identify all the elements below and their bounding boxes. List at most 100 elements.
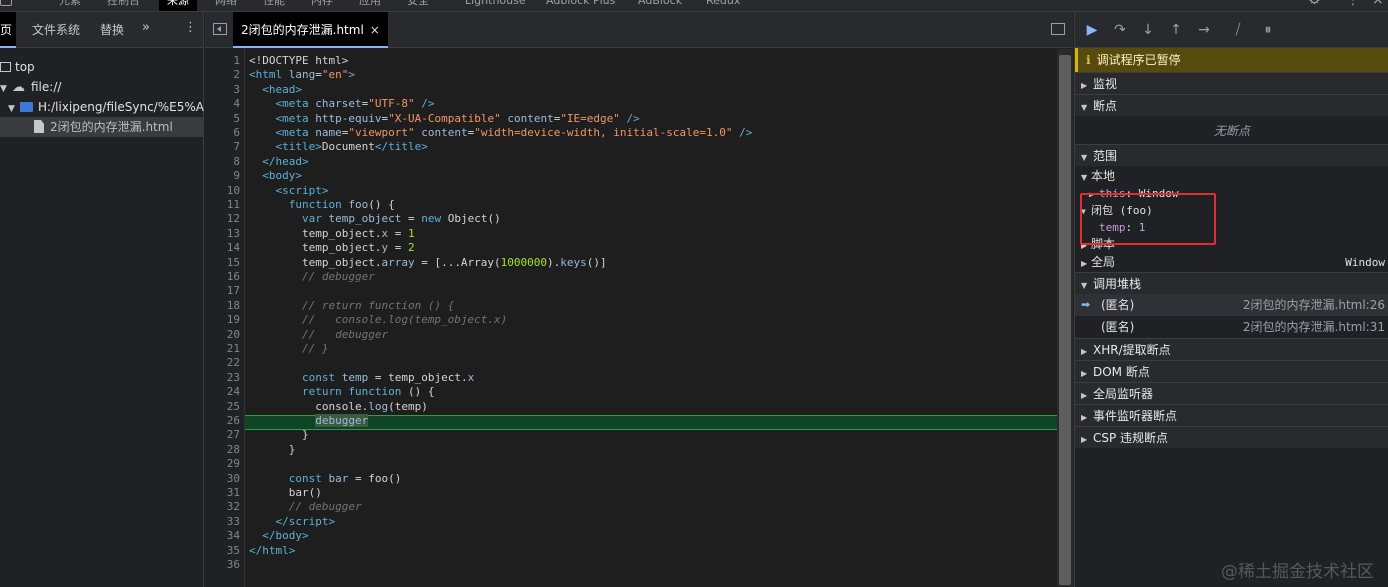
line-number[interactable]: 23 (204, 371, 240, 385)
code-area[interactable]: <!DOCTYPE html> <html lang="en"> <head> … (245, 49, 1057, 587)
editor-scrollbar[interactable] (1057, 49, 1073, 587)
line-number[interactable]: 7 (204, 140, 240, 154)
expand-triangle-icon[interactable]: ▼ (8, 99, 20, 119)
scope-closure[interactable]: ▼ 闭包 (foo) (1075, 202, 1388, 219)
code-line: function foo() { (288, 198, 395, 211)
line-number[interactable]: 15 (204, 256, 240, 270)
line-number[interactable]: 12 (204, 212, 240, 226)
line-number[interactable]: 29 (204, 457, 240, 471)
line-number[interactable]: 22 (204, 356, 240, 370)
close-tab-icon[interactable]: × (370, 23, 380, 37)
editor-tab-file[interactable]: 2闭包的内存泄漏.html × (233, 12, 388, 48)
tree-item-top[interactable]: top (0, 57, 204, 77)
step-into-icon[interactable]: ↓ (1139, 21, 1157, 39)
line-number[interactable]: 20 (204, 328, 240, 342)
line-number[interactable]: 11 (204, 198, 240, 212)
tree-item-file-origin[interactable]: ▼ ☁ file:// (0, 77, 204, 97)
more-tabs-icon[interactable]: » (142, 20, 150, 35)
line-number[interactable]: 1 (204, 54, 240, 68)
line-number[interactable]: 30 (204, 472, 240, 486)
panel-tab-performance[interactable]: 性能 (263, 0, 285, 11)
line-number[interactable]: 28 (204, 443, 240, 457)
line-number[interactable]: 6 (204, 126, 240, 140)
section-call-stack[interactable]: ▼ 调用堆栈 (1075, 272, 1388, 294)
line-number[interactable]: 17 (204, 284, 240, 298)
panel-tab-redux[interactable]: Redux (706, 0, 740, 11)
call-frame[interactable]: ➡ (匿名) 2闭包的内存泄漏.html:26 (1075, 294, 1388, 316)
panel-tab-adblock[interactable]: AdBlock (638, 0, 682, 11)
panel-tab-application[interactable]: 应用 (359, 0, 381, 11)
tree-item-folder[interactable]: ▼ H:/lixipeng/fileSync/%E5%AD% (0, 97, 225, 119)
scope-this-row[interactable]: ▶ this: Window (1075, 185, 1388, 202)
call-frame-location[interactable]: 2闭包的内存泄漏.html:26 (1243, 294, 1385, 316)
section-xhr-breakpoints[interactable]: ▶ XHR/提取断点 (1075, 338, 1388, 360)
scope-script[interactable]: ▶ 脚本 (1075, 236, 1388, 253)
panel-tab-sources[interactable]: 来源 (159, 0, 197, 11)
line-number[interactable]: 2 (204, 68, 240, 82)
toggle-navigator-icon[interactable] (213, 23, 227, 35)
settings-gear-icon[interactable]: ⚙ (1308, 0, 1321, 8)
navigator-menu-icon[interactable]: ⋮ (184, 20, 197, 35)
panel-tab-console[interactable]: 控制台 (107, 0, 140, 11)
line-number[interactable]: 21 (204, 342, 240, 356)
line-number[interactable]: 26 (204, 414, 240, 428)
resume-icon[interactable]: ▶ (1083, 21, 1101, 39)
pause-on-exceptions-icon[interactable]: ⏸ (1259, 21, 1277, 39)
toggle-debugger-icon[interactable] (1051, 23, 1065, 35)
expand-triangle-icon[interactable]: ▼ (0, 79, 12, 99)
line-number[interactable]: 31 (204, 486, 240, 500)
panel-tab-lighthouse[interactable]: Lighthouse (465, 0, 526, 11)
section-global-listeners[interactable]: ▶ 全局监听器 (1075, 382, 1388, 404)
step-out-icon[interactable]: ↑ (1167, 21, 1185, 39)
tree-item-label: top (15, 60, 35, 74)
panel-tab-elements[interactable]: 元素 (59, 0, 81, 11)
deactivate-breakpoints-icon[interactable]: ⧸ (1229, 21, 1247, 39)
line-number[interactable]: 3 (204, 83, 240, 97)
section-dom-breakpoints[interactable]: ▶ DOM 断点 (1075, 360, 1388, 382)
line-number[interactable]: 8 (204, 155, 240, 169)
section-breakpoints[interactable]: ▼ 断点 (1075, 94, 1388, 116)
close-devtools-icon[interactable]: × (1372, 0, 1384, 8)
line-number[interactable]: 19 (204, 313, 240, 327)
panel-tab-security[interactable]: 安全 (407, 0, 429, 11)
line-number[interactable]: 36 (204, 558, 240, 572)
step-over-icon[interactable]: ↷ (1111, 21, 1129, 39)
call-frame[interactable]: (匿名) 2闭包的内存泄漏.html:31 (1075, 316, 1388, 338)
line-number[interactable]: 33 (204, 515, 240, 529)
section-watch[interactable]: ▶ 监视 (1075, 72, 1388, 94)
scope-global[interactable]: ▶ 全局 Window (1075, 254, 1388, 271)
navigator-tab-filesystem[interactable]: 文件系统 (32, 21, 80, 38)
section-event-listener-breakpoints[interactable]: ▶ 事件监听器断点 (1075, 404, 1388, 426)
section-scope[interactable]: ▼ 范围 (1075, 144, 1388, 166)
call-frame-location[interactable]: 2闭包的内存泄漏.html:31 (1243, 316, 1385, 338)
line-number[interactable]: 16 (204, 270, 240, 284)
line-number[interactable]: 4 (204, 97, 240, 111)
device-toolbar-icon[interactable] (0, 0, 12, 6)
line-number[interactable]: 18 (204, 299, 240, 313)
navigator-tab-overrides[interactable]: 替换 (100, 21, 124, 38)
line-number[interactable]: 25 (204, 400, 240, 414)
panel-tab-adblock-plus[interactable]: Adblock Plus (546, 0, 615, 11)
line-number[interactable]: 34 (204, 529, 240, 543)
line-number[interactable]: 9 (204, 169, 240, 183)
tree-item-html-file[interactable]: 2闭包的内存泄漏.html (0, 117, 204, 137)
panel-tab-memory[interactable]: 内存 (311, 0, 333, 11)
navigator-tab-page[interactable]: 页 (0, 12, 17, 48)
step-icon[interactable]: → (1195, 21, 1213, 39)
line-number[interactable]: 13 (204, 227, 240, 241)
line-number[interactable]: 10 (204, 184, 240, 198)
scrollbar-thumb[interactable] (1059, 55, 1071, 585)
line-number[interactable]: 5 (204, 112, 240, 126)
line-number[interactable]: 24 (204, 385, 240, 399)
more-menu-icon[interactable]: ⋮ (1346, 0, 1360, 8)
line-number[interactable]: 32 (204, 500, 240, 514)
line-number[interactable]: 14 (204, 241, 240, 255)
panel-tab-network[interactable]: 网络 (215, 0, 237, 11)
line-number[interactable]: 35 (204, 544, 240, 558)
scope-local[interactable]: ▼ 本地 (1075, 168, 1388, 185)
section-csp-breakpoints[interactable]: ▶ CSP 违规断点 (1075, 426, 1388, 448)
scope-local-label: 本地 (1091, 169, 1116, 183)
scope-temp-row[interactable]: temp: 1 (1075, 219, 1388, 236)
section-label: 事件监听器断点 (1093, 409, 1178, 423)
line-number[interactable]: 27 (204, 428, 240, 442)
